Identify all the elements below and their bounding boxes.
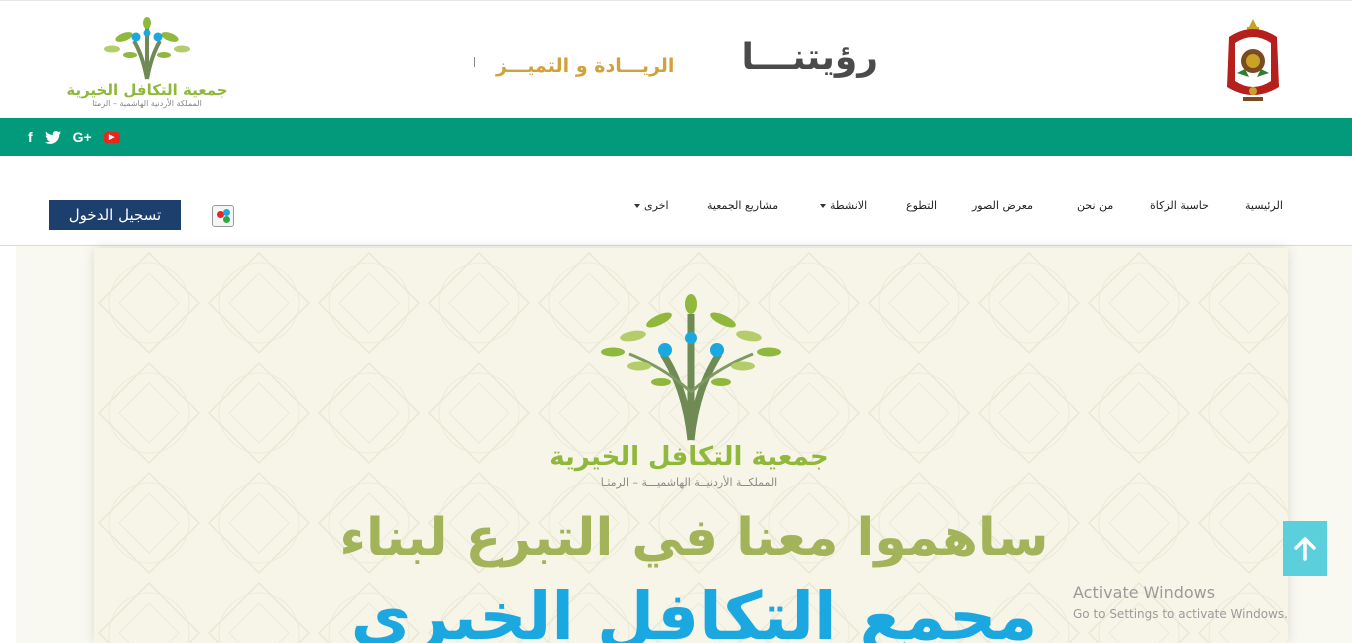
windows-activation-subtitle: Go to Settings to activate Windows.: [1073, 607, 1288, 621]
page: جمعية التكافل الخيرية المملكة الأردنية ا…: [0, 0, 1352, 643]
nav-item-volunteering[interactable]: التطوع: [906, 199, 937, 219]
nav-item-activities[interactable]: الانشطة: [820, 199, 867, 219]
vision-slogan: الريـــادة و التميـــز: [496, 55, 675, 77]
color-theme-picker-icon[interactable]: [212, 205, 234, 227]
nav-item-zakat-calculator[interactable]: حاسبة الزكاة: [1150, 199, 1209, 219]
banner-association-name: جمعية التكافل الخيرية: [549, 442, 829, 472]
google-plus-icon[interactable]: G+: [73, 129, 92, 145]
windows-activation-title: Activate Windows: [1073, 583, 1216, 602]
logo-association-subtitle: المملكة الأردنية الهاشمية – الرمثا: [92, 99, 202, 108]
nav-item-gallery[interactable]: معرض الصور: [972, 199, 1033, 219]
association-logo[interactable]: جمعية التكافل الخيرية المملكة الأردنية ا…: [62, 15, 232, 111]
banner-tree-logo-icon: [601, 294, 781, 441]
banner-headline-secondary: مجمع التكافل الخيري: [350, 578, 1038, 643]
nav-item-home[interactable]: الرئيسية: [1245, 199, 1283, 219]
scroll-to-top-button[interactable]: [1283, 521, 1327, 576]
login-button[interactable]: تسجيل الدخول: [49, 200, 181, 230]
site-header: جمعية التكافل الخيرية المملكة الأردنية ا…: [0, 0, 1352, 118]
social-links: f G+ ▶: [28, 128, 120, 146]
nav-item-about-us[interactable]: من نحن: [1077, 199, 1113, 219]
vision-marker: [474, 57, 475, 67]
social-bar: f G+ ▶: [0, 118, 1352, 156]
twitter-icon[interactable]: [44, 129, 61, 145]
vision-statement: الريـــادة و التميـــز رؤيتنـــا: [470, 35, 890, 85]
banner-association-subtitle: المملكــة الأردنيــة الهاشميـــة – الرمث…: [600, 476, 778, 489]
facebook-icon[interactable]: f: [28, 129, 33, 145]
nav-item-projects[interactable]: مشاريع الجمعية: [707, 199, 778, 219]
tree-logo-icon: [104, 17, 190, 80]
theme-blue-dot: [223, 209, 230, 216]
nav-item-other-label: اخرى: [644, 199, 669, 212]
nav-item-other[interactable]: اخرى: [634, 199, 669, 219]
banner-headline: ساهموا معنا في التبرع لبناء: [339, 508, 1049, 568]
chevron-down-icon: [634, 204, 640, 208]
theme-green-dot: [223, 216, 230, 223]
main-navigation: تسجيل الدخول الرئيسية حاسبة الزكاة من نح…: [0, 156, 1352, 246]
vision-title: رؤيتنـــا: [741, 37, 878, 78]
youtube-icon[interactable]: ▶: [103, 131, 120, 143]
jordan-coat-of-arms-icon: [1221, 17, 1285, 105]
logo-association-name: جمعية التكافل الخيرية: [66, 81, 228, 99]
arrow-up-icon: [1294, 536, 1316, 561]
nav-item-activities-label: الانشطة: [830, 199, 868, 212]
chevron-down-icon: [820, 204, 826, 208]
